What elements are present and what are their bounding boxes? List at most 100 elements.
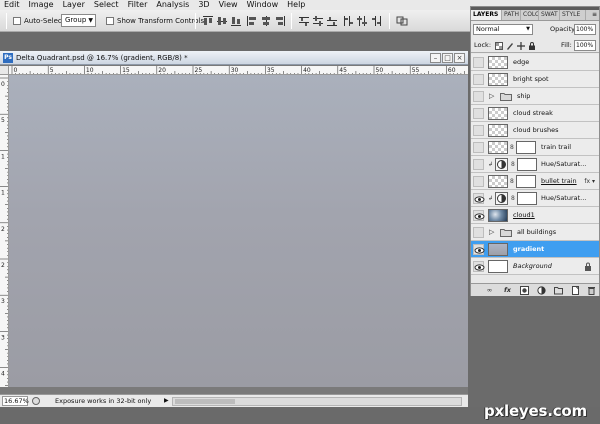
layer-mask-thumbnail[interactable] (517, 192, 537, 205)
visibility-toggle[interactable] (473, 108, 484, 119)
distribute-left-icon[interactable] (342, 15, 354, 27)
visibility-toggle[interactable] (473, 261, 485, 272)
close-button[interactable]: × (454, 53, 465, 63)
layer-row-edge[interactable]: edge (471, 54, 599, 71)
image-canvas[interactable] (9, 75, 468, 387)
new-group-folder-icon[interactable] (554, 286, 563, 295)
fill-field[interactable]: 100% (574, 40, 596, 51)
ruler-label: 15 (122, 67, 130, 74)
new-layer-icon[interactable] (571, 286, 580, 295)
align-top-icon[interactable] (202, 15, 214, 27)
zoom-level-field[interactable]: 16.67% (2, 396, 29, 406)
layer-row-gradient[interactable]: gradient (471, 241, 599, 258)
chain-link-icon[interactable]: 8 (511, 195, 515, 202)
link-layers-icon[interactable]: ∞ (485, 286, 494, 295)
visibility-toggle[interactable] (473, 244, 485, 255)
visibility-toggle[interactable] (473, 159, 484, 170)
distribute-right-icon[interactable] (370, 15, 382, 27)
distribute-hcenter-icon[interactable] (356, 15, 368, 27)
chevron-down-icon: ▼ (526, 26, 530, 32)
distribute-vcenter-icon[interactable] (312, 15, 324, 27)
panel-menu-icon[interactable]: ≡ (592, 10, 597, 20)
menu-select[interactable]: Select (90, 0, 124, 10)
blend-mode-dropdown[interactable]: Normal ▼ (473, 24, 533, 35)
visibility-toggle[interactable] (473, 176, 484, 187)
menu-3d[interactable]: 3D (194, 0, 214, 10)
visibility-toggle[interactable] (473, 142, 484, 153)
status-menu-arrow-icon[interactable]: ▶ (164, 396, 169, 406)
layer-row-cloud-streak[interactable]: cloud streak (471, 105, 599, 122)
tab-layers[interactable]: LAYERS (471, 10, 502, 20)
trash-icon[interactable] (587, 286, 596, 295)
lock-all-icon[interactable] (528, 42, 536, 50)
tab-swatches[interactable]: SWAT (539, 10, 560, 20)
visibility-toggle[interactable] (473, 227, 484, 238)
menu-edit[interactable]: Edit (0, 0, 25, 10)
layer-row-background[interactable]: Background (471, 258, 599, 275)
auto-select-checkbox-group[interactable]: Auto-Select: (13, 15, 67, 27)
vertical-ruler[interactable]: 0 5 1 1 2 2 3 3 4 (0, 75, 9, 387)
layer-row-cloud-brushes[interactable]: cloud brushes (471, 122, 599, 139)
chain-link-icon[interactable]: 8 (511, 161, 515, 168)
add-mask-icon[interactable] (520, 286, 529, 295)
align-vcenter-icon[interactable] (216, 15, 228, 27)
menu-view[interactable]: View (215, 0, 243, 10)
visibility-toggle[interactable] (473, 193, 485, 204)
menu-window[interactable]: Window (243, 0, 284, 10)
layer-mask-thumbnail[interactable] (516, 175, 536, 188)
auto-align-icon[interactable] (396, 15, 408, 27)
layer-row-ship-group[interactable]: ▷ ship (471, 88, 599, 105)
align-bottom-icon[interactable] (230, 15, 242, 27)
status-info-icon[interactable] (32, 397, 40, 405)
visibility-toggle[interactable] (473, 74, 484, 85)
menu-analysis[interactable]: Analysis (152, 0, 194, 10)
menu-layer[interactable]: Layer (59, 0, 90, 10)
lock-position-icon[interactable] (517, 42, 525, 50)
visibility-toggle[interactable] (473, 210, 485, 221)
maximize-button[interactable]: □ (442, 53, 453, 63)
transform-checkbox-group[interactable]: Show Transform Controls (106, 15, 204, 27)
fx-icon[interactable]: fx (503, 286, 512, 295)
distribute-top-icon[interactable] (298, 15, 310, 27)
horizontal-ruler[interactable]: 0 5 10 15 20 25 30 35 40 45 50 55 60 (9, 66, 468, 75)
align-right-icon[interactable] (274, 15, 286, 27)
tab-paths[interactable]: PATH (502, 10, 521, 20)
new-adjustment-layer-icon[interactable] (537, 286, 546, 295)
align-hcenter-icon[interactable] (260, 15, 272, 27)
lock-image-pixels-icon[interactable] (506, 42, 514, 50)
layer-row-cloud1[interactable]: cloud1 (471, 207, 599, 224)
transform-controls-checkbox[interactable] (106, 17, 114, 25)
ruler-origin[interactable] (0, 66, 9, 75)
auto-select-dropdown[interactable]: Group ▼ (61, 14, 96, 27)
layer-row-hue-saturation-2[interactable]: ↲ 8 Hue/Saturat... (471, 190, 599, 207)
expand-triangle-icon[interactable]: ▷ (489, 92, 494, 101)
layer-row-hue-saturation-1[interactable]: ↲ 8 Hue/Saturat... (471, 156, 599, 173)
auto-select-checkbox[interactable] (13, 17, 21, 25)
horizontal-scrollbar[interactable] (172, 397, 462, 406)
tab-styles[interactable]: STYLE (560, 10, 586, 20)
scrollbar-thumb[interactable] (175, 399, 235, 404)
distribute-bottom-icon[interactable] (326, 15, 338, 27)
layer-effects-icon[interactable]: fx ▾ (584, 177, 595, 186)
menu-image[interactable]: Image (25, 0, 59, 10)
expand-triangle-icon[interactable]: ▷ (489, 228, 494, 237)
chain-link-icon[interactable]: 8 (510, 178, 514, 185)
menu-help[interactable]: Help (283, 0, 310, 10)
layer-row-bright-spot[interactable]: bright spot (471, 71, 599, 88)
visibility-toggle[interactable] (473, 125, 484, 136)
chain-link-icon[interactable]: 8 (510, 144, 514, 151)
align-left-icon[interactable] (246, 15, 258, 27)
visibility-toggle[interactable] (473, 57, 484, 68)
document-tab[interactable]: Ps Delta Quadrant.psd @ 16.7% (gradient,… (0, 51, 468, 65)
minimize-button[interactable]: – (430, 53, 441, 63)
layer-row-all-buildings-group[interactable]: ▷ all buildings (471, 224, 599, 241)
menu-filter[interactable]: Filter (124, 0, 153, 10)
lock-transparency-icon[interactable] (495, 42, 503, 50)
tab-color[interactable]: COLO (521, 10, 539, 20)
opacity-field[interactable]: 100% (574, 24, 596, 35)
layer-row-train-trail[interactable]: 8 train trail (471, 139, 599, 156)
layer-mask-thumbnail[interactable] (516, 141, 536, 154)
layer-row-bullet-train[interactable]: 8 bullet train fx ▾ (471, 173, 599, 190)
visibility-toggle[interactable] (473, 91, 484, 102)
layer-mask-thumbnail[interactable] (517, 158, 537, 171)
